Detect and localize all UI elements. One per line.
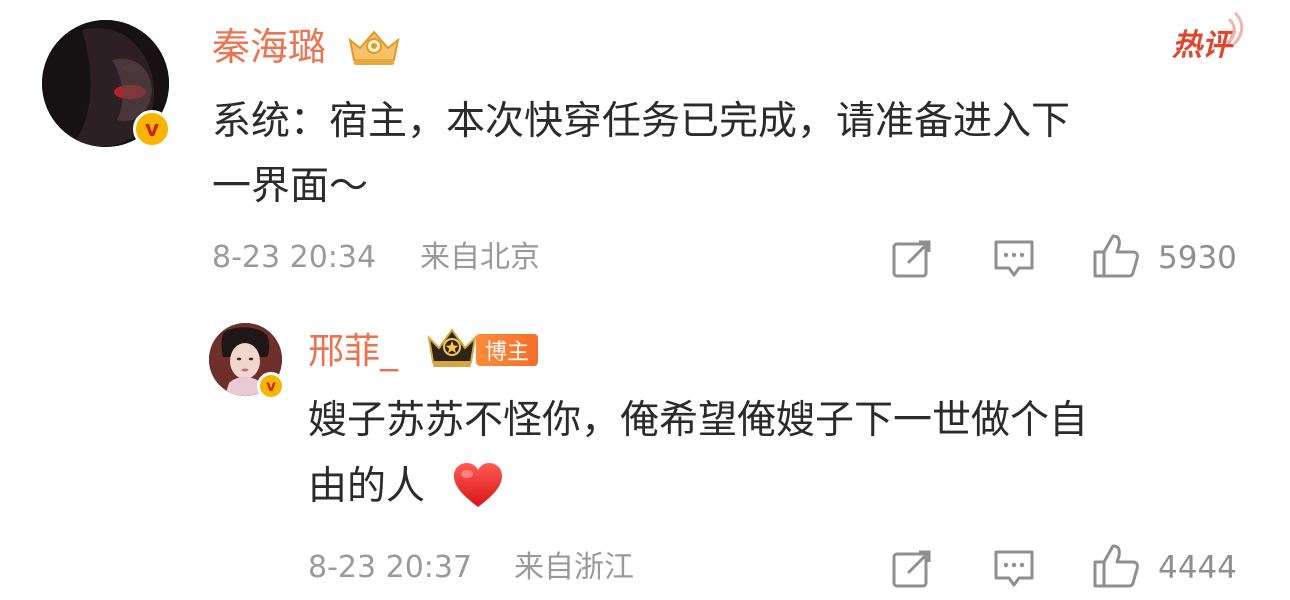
verified-badge-icon: v (133, 110, 171, 148)
comment-text-line: 由的人 (308, 464, 426, 509)
blogger-badge: 博主 (476, 334, 538, 366)
crown-vip-icon (346, 26, 402, 68)
comment-time: 8-23 20:34 (212, 240, 377, 275)
reply-comment-icon[interactable] (993, 238, 1035, 280)
comment-location: 来自浙江 (514, 550, 634, 585)
hot-flame-icon (1218, 12, 1248, 52)
username[interactable]: 秦海璐 (212, 24, 326, 70)
username[interactable]: 邢菲_ (308, 330, 398, 374)
like-thumb-icon[interactable] (1091, 542, 1141, 590)
like-thumb-icon[interactable] (1091, 232, 1141, 280)
comment-text-line: 系统：宿主，本次快穿任务已完成，请准备进入下 (212, 99, 1071, 144)
comment-text-line: 一界面～ (212, 164, 369, 209)
reply-comment-icon[interactable] (993, 548, 1035, 590)
verified-badge-icon: v (257, 372, 285, 400)
like-count: 4444 (1158, 550, 1237, 586)
share-edit-icon[interactable] (891, 548, 933, 590)
heart-emoji-icon (452, 462, 504, 510)
comment-text-line: 嫂子苏苏不怪你，俺希望俺嫂子下一世做个自 (308, 398, 1089, 443)
comment-time: 8-23 20:37 (308, 550, 473, 585)
crown-vip-icon (426, 326, 478, 370)
like-count: 5930 (1158, 240, 1237, 276)
comment-location: 来自北京 (420, 240, 540, 275)
share-edit-icon[interactable] (891, 238, 933, 280)
